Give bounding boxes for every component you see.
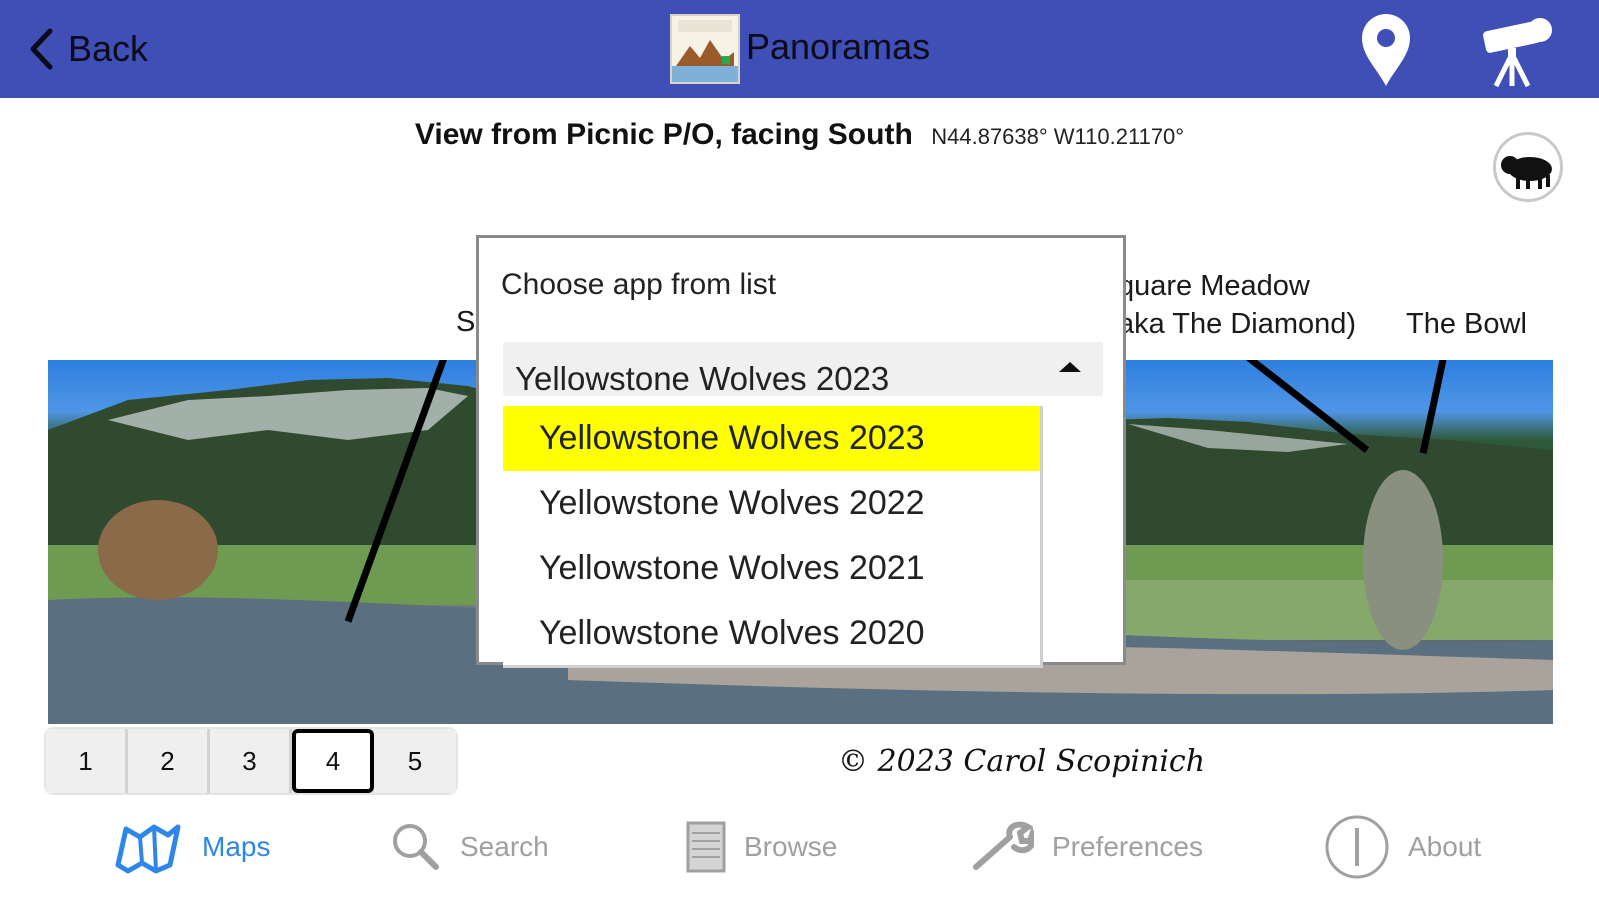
label-the-bowl: The Bowl: [1406, 308, 1527, 340]
tab-preferences[interactable]: Preferences: [970, 812, 1203, 882]
top-nav-bar: Back Panoramas: [0, 0, 1599, 98]
map-icon: [115, 824, 181, 874]
browse-icon: [686, 821, 726, 873]
wildlife-filter-button[interactable]: [1493, 132, 1563, 202]
tab-label-maps: Maps: [202, 831, 271, 862]
spotting-scope-icon[interactable]: [1478, 8, 1558, 88]
tab-label-search: Search: [460, 831, 549, 862]
back-label: Back: [68, 28, 149, 69]
label-partial-left: S: [456, 306, 476, 338]
copyright-text: © 2023 Carol Scopinich: [838, 744, 1206, 779]
app-select[interactable]: Yellowstone Wolves 2023: [503, 342, 1103, 397]
tab-label-browse: Browse: [744, 831, 838, 862]
app-options-list: Yellowstone Wolves 2023 Yellowstone Wolv…: [503, 406, 1043, 668]
choose-app-dialog: Choose app from list Yellowstone Wolves …: [476, 235, 1126, 668]
app-option[interactable]: Yellowstone Wolves 2022: [503, 471, 1040, 536]
dialog-prompt: Choose app from list: [501, 268, 777, 301]
location-pin-icon[interactable]: [1356, 10, 1416, 90]
back-button[interactable]: Back: [28, 22, 148, 76]
tab-about[interactable]: About: [1324, 812, 1481, 882]
page-button-4[interactable]: 4: [292, 729, 374, 793]
bottom-tab-bar: Maps Search Browse Preferences About: [0, 798, 1599, 900]
label-square-meadow: quare Meadow: [1118, 270, 1310, 302]
app-logo: [670, 14, 740, 84]
label-square-meadow-aka: aka The Diamond): [1118, 308, 1357, 340]
view-coordinates: N44.87638° W110.21170°: [931, 124, 1185, 149]
tab-label-preferences: Preferences: [1052, 831, 1203, 862]
page-button-2[interactable]: 2: [128, 729, 210, 793]
panorama-page-selector: 1 2 3 4 5: [44, 727, 458, 795]
search-icon: [393, 824, 439, 870]
tab-maps[interactable]: Maps: [112, 812, 270, 882]
caret-up-icon: [1059, 362, 1081, 372]
page-button-3[interactable]: 3: [210, 729, 292, 793]
app-option[interactable]: Yellowstone Wolves 2023: [503, 406, 1040, 471]
tab-label-about: About: [1408, 831, 1482, 862]
info-icon: [1325, 815, 1389, 879]
tab-browse[interactable]: Browse: [686, 812, 837, 882]
app-option[interactable]: Yellowstone Wolves 2021: [503, 536, 1040, 601]
tab-search[interactable]: Search: [390, 812, 549, 882]
page-button-5[interactable]: 5: [374, 729, 456, 793]
page-button-1[interactable]: 1: [46, 729, 128, 793]
app-option[interactable]: Yellowstone Wolves 2020: [503, 601, 1040, 665]
view-heading: View from Picnic P/O, facing South N44.8…: [0, 118, 1599, 152]
chevron-left-icon: [30, 28, 53, 70]
page-title: Panoramas: [746, 26, 931, 67]
bison-icon: [1501, 156, 1552, 189]
app-select-value: Yellowstone Wolves 2023: [515, 360, 890, 397]
wrench-icon: [973, 821, 1034, 870]
view-title: View from Picnic P/O, facing South: [414, 118, 913, 151]
